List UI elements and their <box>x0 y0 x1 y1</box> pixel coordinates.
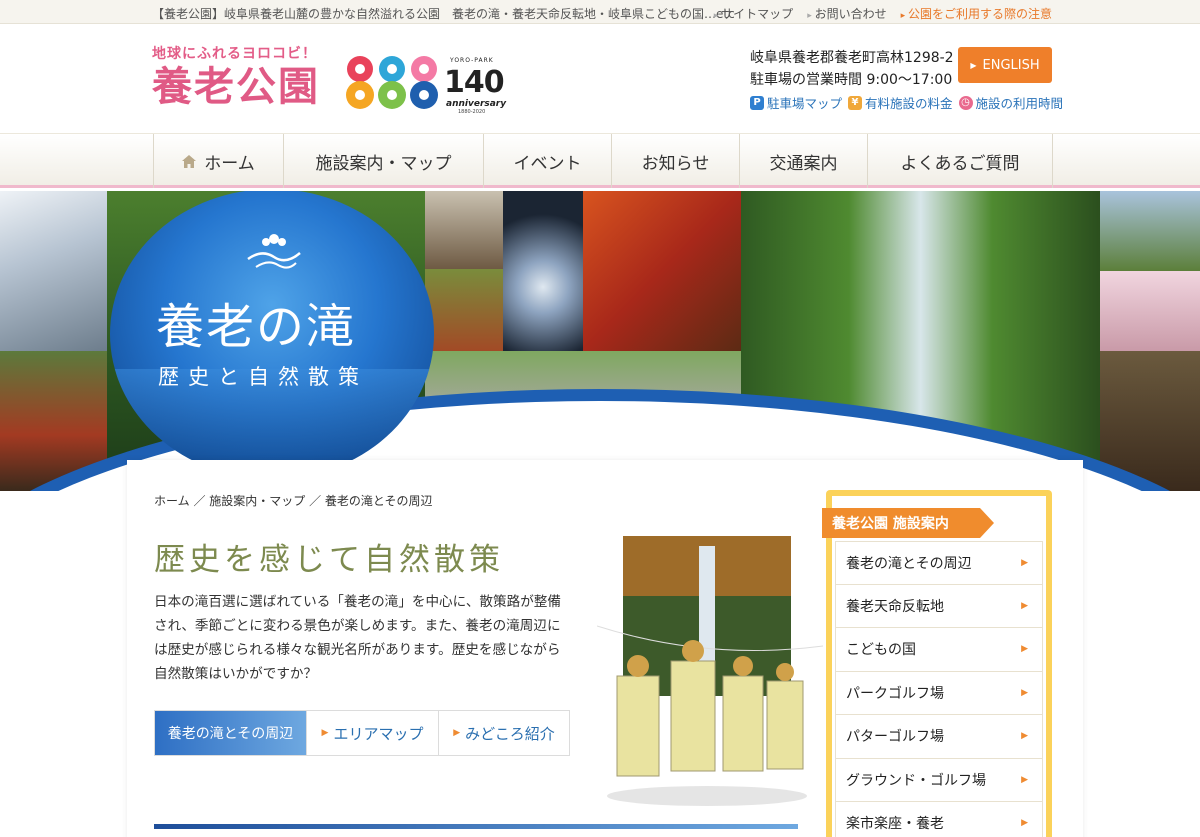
top-bar: 【養老公園】岐阜県養老山麓の豊かな自然溢れる公園 養老の滝・養老天命反転地・岐阜… <box>0 0 1200 24</box>
site-header: 地球にふれるヨロコビ！ 養老公園 YORO-PARK 140 anniversa… <box>0 25 1200 133</box>
parking-map-label: 駐車場マップ <box>767 96 843 111</box>
usage-notice-link[interactable]: 公園をご利用する際の注意 <box>901 5 1052 22</box>
fee-link[interactable]: ¥ 有料施設の料金 <box>848 93 953 112</box>
nav-events-label: イベント <box>513 153 582 174</box>
anniversary-park-label: YORO-PARK <box>450 57 494 64</box>
tab-yoro-falls-area-label: 養老の滝とその周辺 <box>167 726 294 742</box>
logo-text: 養老公園 <box>152 63 320 110</box>
sidebar-item-park-golf[interactable]: パークゴルフ場 ▶ <box>835 671 1043 715</box>
nav-faq-label: よくあるご質問 <box>900 153 1020 174</box>
nav-access-label: 交通案内 <box>769 153 838 174</box>
section-divider <box>154 824 798 829</box>
breadcrumb[interactable]: ホーム ／ 施設案内・マップ ／ 養老の滝とその周辺 <box>154 492 433 509</box>
nav-home-label: ホーム <box>204 153 255 174</box>
nav-facilities[interactable]: 施設案内・マップ <box>284 134 484 188</box>
sidebar-item-rakuichi-rakuza[interactable]: 楽市楽座・養老 ▶ <box>835 802 1043 837</box>
hero-photo-landscape <box>1100 191 1200 271</box>
contact-link[interactable]: お問い合わせ <box>807 5 887 22</box>
nav-facilities-label: 施設案内・マップ <box>315 153 452 174</box>
sidebar-item-childrens-land[interactable]: こどもの国 ▶ <box>835 628 1043 672</box>
sidebar-list: 養老の滝とその周辺 ▶ 養老天命反転地 ▶ こどもの国 ▶ パークゴルフ場 ▶ パターゴ… <box>835 541 1043 837</box>
hero-photo-cherry <box>1100 271 1200 351</box>
parking-icon: P <box>750 95 764 110</box>
play-arrow-icon: ▶ <box>970 60 977 70</box>
yen-icon: ¥ <box>848 95 863 110</box>
play-arrow-icon: ▶ <box>1021 600 1028 611</box>
hero-photo-maple <box>583 191 741 351</box>
tab-highlights-label: みどころ紹介 <box>465 724 555 743</box>
parking-hours: 駐車場の営業時間 9:00〜17:00 <box>750 72 953 88</box>
anniversary-label: anniversary <box>446 99 507 109</box>
anniversary-logo: YORO-PARK 140 anniversary 1880-2020 <box>346 53 510 115</box>
info-links: P 駐車場マップ ¥ 有料施設の料金 ◷ 施設の利用時間 <box>750 93 1063 112</box>
sidebar-item-label: パークゴルフ場 <box>846 685 944 702</box>
hero-subtitle: 歴史と自然散策 <box>158 365 368 389</box>
section-tabs: 養老の滝とその周辺 ▶ エリアマップ ▶ みどころ紹介 <box>154 710 570 756</box>
clock-icon: ◷ <box>958 95 973 110</box>
nav-faq[interactable]: よくあるご質問 <box>868 134 1053 188</box>
sidebar-item-label: 養老天命反転地 <box>846 598 944 615</box>
nav-access[interactable]: 交通案内 <box>740 134 868 188</box>
home-icon <box>182 154 197 168</box>
facility-sidebar: 養老公園 施設案内 養老の滝とその周辺 ▶ 養老天命反転地 ▶ こどもの国 ▶ パーク… <box>822 490 1052 837</box>
nav-news[interactable]: お知らせ <box>612 134 740 188</box>
sidebar-item-label: グラウンド・ゴルフ場 <box>846 772 986 789</box>
play-arrow-icon: ▶ <box>1021 731 1028 742</box>
site-tagline: 【養老公園】岐阜県養老山麓の豊かな自然溢れる公園 養老の滝・養老天命反転地・岐阜… <box>152 7 735 21</box>
play-arrow-icon: ▶ <box>453 728 461 738</box>
sidebar-item-label: こどもの国 <box>846 642 916 659</box>
parking-map-link[interactable]: P 駐車場マップ <box>750 93 842 112</box>
anniversary-number: 140 <box>444 65 505 100</box>
page-heading: 歴史を感じて自然散策 <box>154 542 504 578</box>
play-arrow-icon: ▶ <box>1021 644 1028 655</box>
sidebar-item-putter-golf[interactable]: パターゴルフ場 ▶ <box>835 715 1043 759</box>
play-arrow-icon: ▶ <box>1021 774 1028 785</box>
hero-banner: 養老の滝 歴史と自然散策 <box>0 191 1200 491</box>
logo-catchphrase: 地球にふれるヨロコビ！ <box>152 46 317 62</box>
flower-wave-icon <box>247 234 301 269</box>
sidebar-item-yoro-falls[interactable]: 養老の滝とその周辺 ▶ <box>835 541 1043 585</box>
sidebar-item-reversible-destiny[interactable]: 養老天命反転地 ▶ <box>835 584 1043 628</box>
top-links: サイトマップ お問い合わせ 公園をご利用する際の注意 <box>714 5 1052 22</box>
english-button-label: ENGLISH <box>982 57 1040 73</box>
hero-photo-bridge <box>425 191 503 269</box>
fee-label: 有料施設の料金 <box>865 96 953 111</box>
nav-home[interactable]: ホーム <box>154 134 284 188</box>
sidebar-heading: 養老公園 施設案内 <box>822 508 994 538</box>
global-nav: ホーム 施設案内・マップ イベント お知らせ 交通案内 よくあるご質問 <box>0 133 1200 188</box>
hero-photo-snow <box>0 191 107 351</box>
site-logo[interactable]: 地球にふれるヨロコビ！ 養老公園 <box>152 43 328 111</box>
park-address: 岐阜県養老郡養老町高林1298-2 <box>750 50 954 66</box>
anniversary-888-graphic <box>346 56 438 109</box>
yamabushi-waterfall-photo <box>597 536 823 806</box>
sitemap-link[interactable]: サイトマップ <box>714 5 793 22</box>
play-arrow-icon: ▶ <box>321 728 329 738</box>
sidebar-item-label: パターゴルフ場 <box>846 729 944 746</box>
hours-link[interactable]: ◷ 施設の利用時間 <box>958 93 1064 112</box>
tab-yoro-falls-area[interactable]: 養老の滝とその周辺 <box>155 711 307 755</box>
sidebar-item-label: 楽市楽座・養老 <box>846 816 944 833</box>
play-arrow-icon: ▶ <box>1021 687 1028 698</box>
anniversary-years: 1880-2020 <box>458 109 486 115</box>
nav-news-label: お知らせ <box>641 153 710 174</box>
tab-highlights[interactable]: ▶ みどころ紹介 <box>439 711 569 755</box>
tab-area-map-label: エリアマップ <box>333 724 424 743</box>
hero-photo-fireworks <box>503 191 583 351</box>
hero-title: 養老の滝 <box>156 299 357 355</box>
hero-photo-autumn-temple <box>425 269 503 351</box>
sidebar-item-label: 養老の滝とその周辺 <box>846 555 972 572</box>
intro-text: 日本の滝百選に選ばれている「養老の滝」を中心に、散策路が整備され、季節ごとに変わ… <box>154 594 561 682</box>
park-address-block: 岐阜県養老郡養老町高林1298-2 駐車場の営業時間 9:00〜17:00 <box>750 47 954 91</box>
play-arrow-icon: ▶ <box>1021 818 1028 829</box>
nav-events[interactable]: イベント <box>484 134 612 188</box>
sidebar-item-ground-golf[interactable]: グラウンド・ゴルフ場 ▶ <box>835 758 1043 802</box>
tab-area-map[interactable]: ▶ エリアマップ <box>307 711 439 755</box>
play-arrow-icon: ▶ <box>1021 557 1028 568</box>
english-button[interactable]: ▶ ENGLISH <box>958 47 1052 83</box>
hours-label: 施設の利用時間 <box>975 96 1064 111</box>
